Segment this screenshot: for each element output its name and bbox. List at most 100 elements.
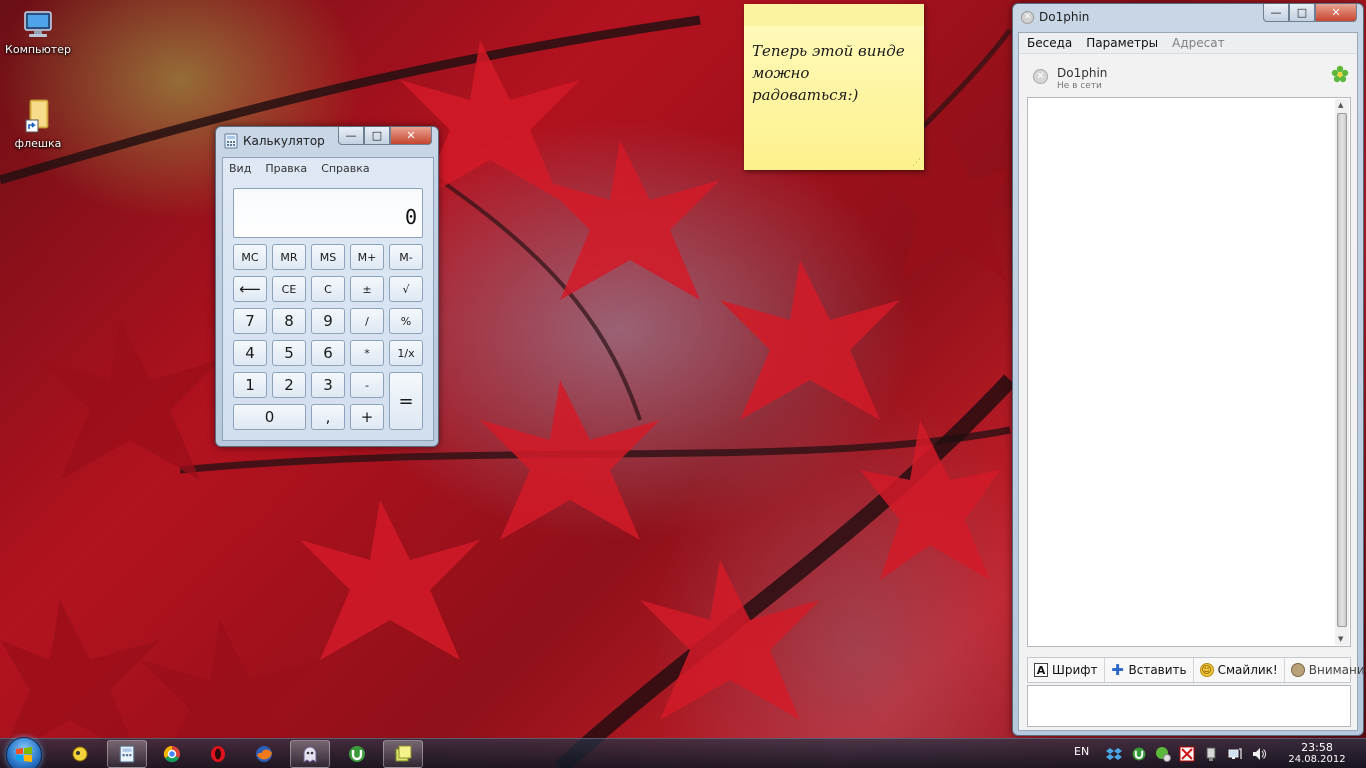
digit-5-button[interactable]: 5	[272, 340, 306, 366]
history-scrollbar[interactable]: ▲ ▼	[1335, 99, 1349, 645]
digit-4-button[interactable]: 4	[233, 340, 267, 366]
m-plus-button[interactable]: M+	[350, 244, 384, 270]
mr-button[interactable]: MR	[272, 244, 306, 270]
messenger-toolbar: A Шрифт ✚ Вставить ☺ Смайлик! Внимание!	[1027, 657, 1366, 683]
sticky-note-line: можно радоваться:)	[752, 64, 859, 104]
m-minus-button[interactable]: M-	[389, 244, 423, 270]
tray-antivirus[interactable]	[1179, 746, 1195, 762]
reciprocal-button[interactable]: 1/x	[389, 340, 423, 366]
menu-item-edit[interactable]: Правка	[265, 162, 307, 175]
smiley-button[interactable]: ☺ Смайлик!	[1194, 658, 1285, 682]
digit-8-button[interactable]: 8	[272, 308, 306, 334]
minimize-button[interactable]: —	[1263, 4, 1289, 22]
menu-item-contact[interactable]: Адресат	[1172, 36, 1224, 50]
tray-utorrent[interactable]	[1131, 746, 1147, 762]
digit-0-button[interactable]: 0	[233, 404, 306, 430]
digit-7-button[interactable]: 7	[233, 308, 267, 334]
volume-icon	[1253, 748, 1266, 760]
font-button[interactable]: A Шрифт	[1028, 658, 1105, 682]
scroll-down-icon[interactable]: ▼	[1338, 635, 1343, 643]
close-button[interactable]: ✕	[390, 127, 432, 145]
maximize-button[interactable]: □	[364, 127, 390, 145]
firefox-icon	[256, 746, 272, 762]
equals-button[interactable]: =	[389, 372, 423, 430]
minimize-icon: —	[1270, 6, 1282, 19]
start-button[interactable]	[6, 737, 42, 768]
messenger-body: Беседа Параметры Адресат ✕ Do1phin Не в …	[1018, 32, 1366, 731]
messenger-titlebar[interactable]: ✕ Do1phin	[1021, 10, 1089, 24]
digit-1-button[interactable]: 1	[233, 372, 267, 398]
taskbar-app-utorrent[interactable]	[337, 740, 377, 768]
tray-network[interactable]	[1227, 746, 1243, 762]
c-button[interactable]: C	[311, 276, 345, 302]
message-input[interactable]	[1027, 685, 1351, 727]
toolbar-label: Шрифт	[1052, 663, 1098, 677]
taskbar-app-chrome[interactable]	[152, 740, 192, 768]
message-history[interactable]: ▲ ▼	[1027, 97, 1351, 647]
decimal-button[interactable]: ,	[311, 404, 345, 430]
ms-button[interactable]: MS	[311, 244, 345, 270]
toolbar-label: Внимание!	[1308, 663, 1366, 677]
multiply-button[interactable]: *	[350, 340, 384, 366]
maximize-icon: □	[371, 129, 383, 142]
tray-dropbox[interactable]	[1106, 746, 1122, 762]
offline-status-icon: ✕	[1033, 69, 1048, 84]
subtract-button[interactable]: -	[350, 372, 384, 398]
digit-9-button[interactable]: 9	[311, 308, 345, 334]
taskbar-app-opera[interactable]	[198, 740, 238, 768]
desktop-icon-label: Компьютер	[5, 43, 71, 56]
taskbar-app-qip[interactable]	[60, 740, 100, 768]
minimize-button[interactable]: —	[338, 127, 364, 145]
menu-item-settings[interactable]: Параметры	[1086, 36, 1158, 50]
sqrt-button[interactable]: √	[389, 276, 423, 302]
close-icon: ✕	[406, 129, 416, 142]
contact-status-text: Не в сети	[1057, 81, 1102, 91]
calculator-titlebar[interactable]: Калькулятор	[224, 133, 325, 149]
contact-name: Do1phin	[1057, 66, 1108, 80]
system-clock[interactable]: 23:58 24.08.2012	[1284, 742, 1350, 766]
menu-item-help[interactable]: Справка	[321, 162, 369, 175]
digit-2-button[interactable]: 2	[272, 372, 306, 398]
insert-button[interactable]: ✚ Вставить	[1105, 658, 1194, 682]
taskbar-app-calculator[interactable]	[107, 740, 147, 768]
font-icon: A	[1034, 663, 1048, 677]
calculator-window[interactable]: Калькулятор — □ ✕ Вид Правка Справка 0 M…	[215, 126, 439, 447]
percent-button[interactable]: %	[389, 308, 423, 334]
taskbar-app-firefox[interactable]	[244, 740, 284, 768]
sticky-note-line: Теперь этой винде	[752, 42, 905, 60]
tray-volume[interactable]	[1251, 746, 1267, 762]
attention-button[interactable]: Внимание!	[1285, 658, 1366, 682]
plus-minus-button[interactable]: ±	[350, 276, 384, 302]
menu-item-view[interactable]: Вид	[229, 162, 251, 175]
antivirus-warning-icon	[1179, 746, 1195, 762]
calculator-menubar: Вид Правка Справка	[223, 158, 433, 179]
mc-button[interactable]: MC	[233, 244, 267, 270]
backspace-button[interactable]: ⟵	[233, 276, 267, 302]
icq-flower-icon[interactable]	[1331, 65, 1349, 83]
tray-safely-remove[interactable]	[1203, 746, 1219, 762]
sticky-note-text[interactable]: Теперь этой винде можно радоваться:)	[744, 26, 924, 106]
resize-grip-icon[interactable]: ⋰	[912, 158, 921, 168]
taskbar-app-do1phin[interactable]	[290, 740, 330, 768]
close-button[interactable]: ✕	[1315, 4, 1357, 22]
maximize-button[interactable]: □	[1289, 4, 1315, 22]
clock-date: 24.08.2012	[1288, 754, 1346, 765]
taskbar-app-sticky-notes[interactable]	[383, 740, 423, 768]
menu-item-conversation[interactable]: Беседа	[1027, 36, 1072, 50]
desktop-icon-computer[interactable]: Компьютер	[0, 10, 76, 56]
digit-3-button[interactable]: 3	[311, 372, 345, 398]
add-button[interactable]: +	[350, 404, 384, 430]
ce-button[interactable]: CE	[272, 276, 306, 302]
windows-logo-icon	[16, 747, 32, 762]
scroll-up-icon[interactable]: ▲	[1338, 101, 1343, 109]
dropbox-icon	[1106, 748, 1122, 760]
scroll-thumb[interactable]	[1337, 113, 1347, 627]
messenger-menubar: Беседа Параметры Адресат	[1019, 33, 1357, 54]
divide-button[interactable]: /	[350, 308, 384, 334]
tray-messenger[interactable]	[1155, 746, 1171, 762]
digit-6-button[interactable]: 6	[311, 340, 345, 366]
sticky-note[interactable]: Теперь этой винде можно радоваться:) ⋰	[744, 4, 924, 170]
messenger-window[interactable]: ✕ Do1phin — □ ✕ Беседа Параметры Адресат…	[1012, 3, 1366, 736]
desktop-icon-flash-drive[interactable]: флешка	[0, 98, 76, 150]
language-indicator[interactable]: EN	[1074, 745, 1089, 758]
